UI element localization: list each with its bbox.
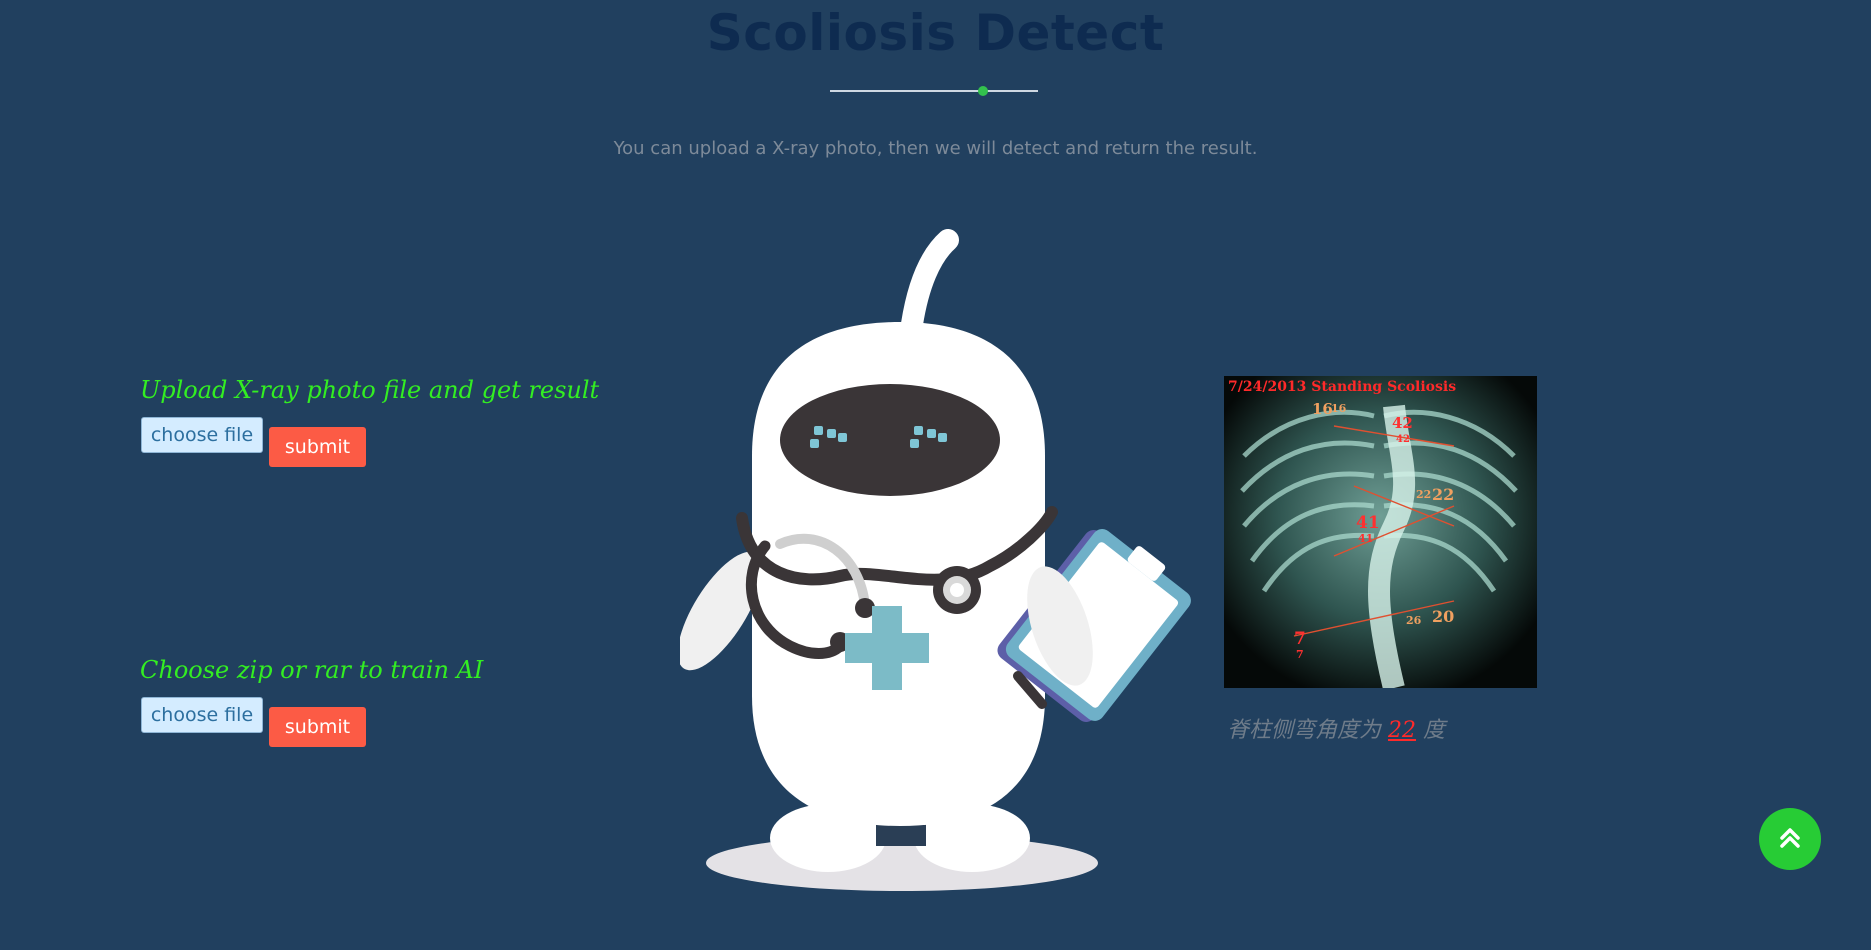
xray-label: 41 (1358, 532, 1373, 545)
xray-label: 41 (1356, 513, 1380, 533)
page-subtitle: You can upload a X-ray photo, then we wi… (613, 138, 1258, 159)
upload-submit-button[interactable]: submit (269, 427, 366, 467)
xray-label: 22 (1416, 488, 1431, 501)
xray-label: 42 (1396, 434, 1410, 445)
page-title: Scoliosis Detect (706, 4, 1165, 62)
angle-result-caption: 脊柱侧弯角度为 22 度 (1227, 712, 1445, 744)
upload-choose-file-button[interactable]: choose file (141, 417, 263, 453)
xray-label: 20 (1432, 607, 1454, 626)
caption-prefix: 脊柱侧弯角度为 (1227, 718, 1382, 743)
xray-result-image: 7/24/2013 Standing Scoliosis 16 16 42 42… (1224, 376, 1537, 688)
xray-label: 16 (1331, 402, 1347, 415)
xray-label: 7 (1296, 648, 1304, 661)
xray-label: 7 (1294, 629, 1306, 649)
xray-label: 22 (1432, 485, 1454, 504)
page: Scoliosis Detect You can upload a X-ray … (0, 0, 1871, 950)
back-to-top-button[interactable] (1759, 808, 1821, 870)
train-submit-button[interactable]: submit (269, 707, 366, 747)
angle-value: 22 (1388, 718, 1417, 743)
train-choose-file-button[interactable]: choose file (141, 697, 263, 733)
upload-heading: Upload X-ray photo file and get result (140, 376, 600, 404)
caption-suffix: 度 (1423, 718, 1446, 743)
xray-label: 26 (1406, 614, 1422, 627)
train-heading: Choose zip or rar to train AI (140, 656, 484, 684)
xray-label: 42 (1392, 414, 1413, 432)
double-chevron-up-icon (1780, 828, 1800, 848)
xray-label: 16 (1312, 400, 1333, 418)
divider-dot (978, 86, 988, 96)
xray-header-text: 7/24/2013 Standing Scoliosis (1228, 379, 1456, 395)
title-divider (830, 90, 1038, 92)
doctor-robot-illustration (680, 229, 1191, 891)
